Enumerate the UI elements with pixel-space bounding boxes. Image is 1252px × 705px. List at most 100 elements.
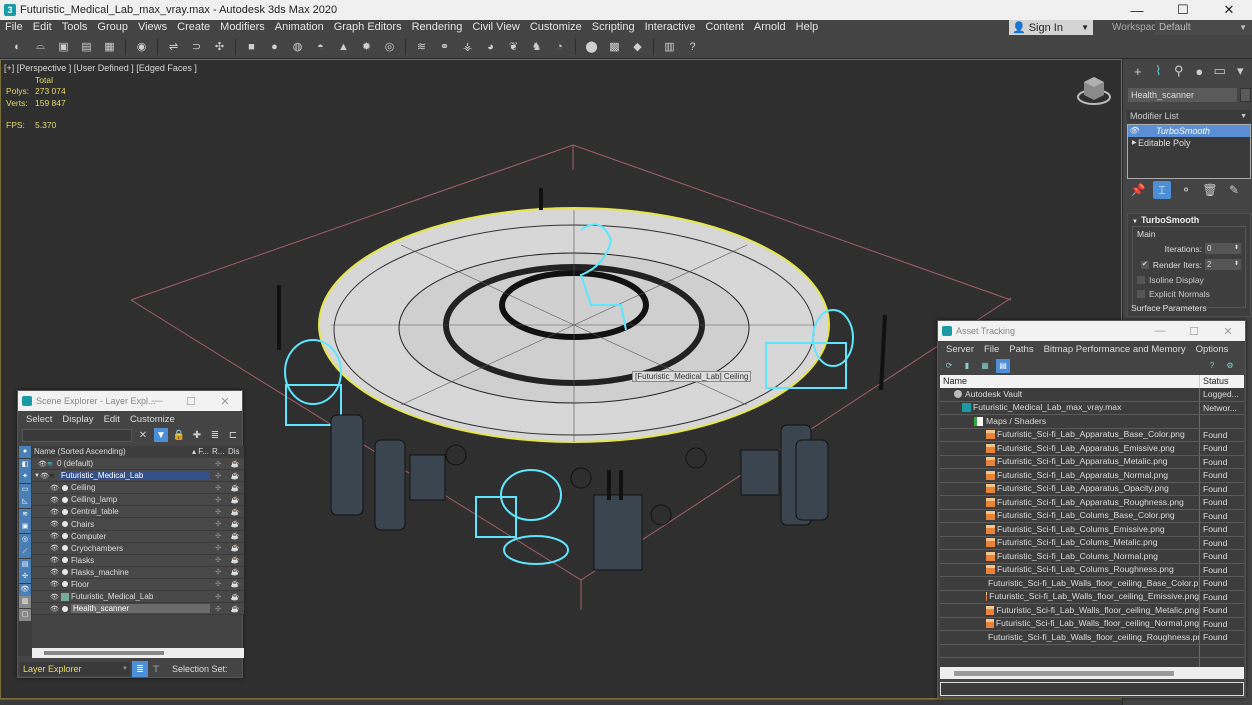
menu-animation[interactable]: Animation — [270, 20, 329, 35]
help-icon[interactable]: ? — [1205, 358, 1219, 372]
layers-icon[interactable]: ≣ — [208, 428, 222, 442]
scene-explorer-search-input[interactable] — [22, 429, 132, 442]
asset-tracking-titlebar[interactable]: Asset Tracking — ☐ ✕ — [938, 321, 1245, 341]
asset-path-field[interactable] — [940, 682, 1244, 696]
menu-display[interactable]: Display — [57, 414, 98, 425]
asset-row[interactable]: Futuristic_Sci-fi_Lab_Walls_floor_ceilin… — [940, 617, 1244, 631]
tree-row[interactable]: 👁 Cryochambers ✣ ☕ — [32, 542, 244, 555]
renderable-teapot-icon[interactable]: ☕ — [226, 532, 244, 540]
freeze-icon[interactable]: ✣ — [210, 580, 226, 588]
freeze-icon[interactable]: ✣ — [210, 496, 226, 504]
material-icon[interactable]: ◔ — [551, 38, 569, 56]
expand-triangle-icon[interactable]: ▶ — [1132, 137, 1137, 149]
lock-icon[interactable]: 🔒 — [172, 428, 186, 442]
menu-help[interactable]: Help — [791, 20, 824, 35]
display-bones-icon[interactable]: ⟋ — [19, 546, 31, 558]
display-helpers-icon[interactable]: ◺ — [19, 496, 31, 508]
hold-icon[interactable]: ▣ — [55, 38, 73, 56]
display-spacewarps-icon[interactable]: ≋ — [19, 508, 31, 521]
display-cameras-icon[interactable]: ▭ — [19, 483, 31, 496]
asset-row[interactable]: Futuristic_Medical_Lab_max_vray.max Netwo… — [940, 401, 1244, 415]
minimize-icon[interactable]: — — [1143, 321, 1177, 341]
hierarchy-icon[interactable]: ⊏ — [226, 428, 240, 442]
renderable-teapot-icon[interactable]: ☕ — [226, 568, 244, 576]
asset-row[interactable]: Futuristic_Sci-fi_Lab_Colums_Roughness.p… — [940, 563, 1244, 577]
utilities-tab-icon[interactable]: ▾ — [1232, 62, 1250, 80]
clear-search-icon[interactable]: ✕ — [136, 428, 150, 442]
box-icon[interactable]: ■ — [243, 38, 261, 56]
freeze-icon[interactable]: ✣ — [210, 484, 226, 492]
menu-civil-view[interactable]: Civil View — [467, 20, 524, 35]
freeze-icon[interactable]: ✣ — [210, 593, 226, 601]
close-icon[interactable]: ✕ — [208, 391, 242, 411]
display-none-icon[interactable]: ▢ — [19, 608, 31, 621]
asset-row[interactable]: Futuristic_Sci-fi_Lab_Apparatus_Metalic.… — [940, 455, 1244, 469]
configure-sets-icon[interactable]: ✎ — [1225, 181, 1243, 199]
renderable-teapot-icon[interactable]: ☕ — [226, 556, 244, 564]
hierarchy-toggle-icon[interactable]: ⊤ — [148, 661, 164, 677]
show-end-result-icon[interactable]: ⌶ — [1153, 181, 1171, 199]
explorer-type-dropdown[interactable]: Layer Explorer ▼ — [20, 662, 130, 676]
geosphere-icon[interactable]: ◍ — [289, 38, 307, 56]
freeze-icon[interactable]: ✣ — [210, 508, 226, 516]
visibility-eye-icon[interactable]: 👁 — [50, 593, 59, 601]
maximize-icon[interactable]: ☐ — [1160, 0, 1206, 20]
settings-icon[interactable]: ⚙ — [1223, 358, 1237, 372]
visibility-eye-icon[interactable]: 👁 — [50, 556, 59, 564]
tree-row[interactable]: ▼ 👁 ≋ Futuristic_Medical_Lab ✣ ☕ — [32, 470, 244, 483]
minimize-icon[interactable]: — — [140, 391, 174, 411]
character-icon[interactable]: ♞ — [528, 38, 546, 56]
layer-explorer-toggle-icon[interactable]: ≣ — [132, 661, 148, 677]
visibility-eye-icon[interactable]: 👁 — [50, 580, 59, 588]
visibility-eye-icon[interactable]: 👁 — [50, 605, 59, 613]
freeze-icon[interactable]: ✣ — [210, 520, 226, 528]
hierarchy-tab-icon[interactable]: ⚲ — [1170, 62, 1188, 80]
display-xrefs-icon[interactable]: ◎ — [19, 533, 31, 546]
tree-view-icon[interactable]: ▤ — [996, 358, 1010, 373]
menu-content[interactable]: Content — [700, 20, 749, 35]
object-name-field[interactable]: Health_scanner — [1128, 88, 1237, 102]
render-setup-icon[interactable]: ◉ — [133, 38, 151, 56]
add-layer-icon[interactable]: ✚ — [190, 428, 204, 442]
spinner-arrows-icon[interactable]: ⬍ — [1234, 243, 1239, 254]
renderable-teapot-icon[interactable]: ☕ — [226, 460, 244, 468]
sign-in-button[interactable]: 👤 Sign In ▼ — [1009, 20, 1093, 35]
renderable-teapot-icon[interactable]: ☕ — [226, 508, 244, 516]
tree-row[interactable]: 👁 Central_table ✣ ☕ — [32, 506, 244, 519]
asset-row[interactable]: Futuristic_Sci-fi_Lab_Apparatus_Opacity.… — [940, 482, 1244, 496]
render-iters-checkbox[interactable]: ✔ — [1140, 260, 1149, 269]
object-color-swatch[interactable] — [1240, 88, 1251, 102]
sphere-icon[interactable]: ● — [266, 38, 284, 56]
tree-row[interactable]: 👁 Ceiling ✣ ☕ — [32, 482, 244, 495]
column-status[interactable]: Status — [1200, 375, 1229, 388]
eye-icon[interactable]: 👁 — [1128, 125, 1140, 137]
menu-scripting[interactable]: Scripting — [587, 20, 640, 35]
menu-file[interactable]: File — [0, 20, 28, 35]
menu-views[interactable]: Views — [133, 20, 172, 35]
help-icon[interactable]: ? — [684, 38, 702, 56]
scene-explorer-titlebar[interactable]: Scene Explorer - Layer Expl... — ☐ ✕ — [18, 391, 242, 411]
column-display[interactable]: Dis — [228, 446, 240, 458]
leaf-icon[interactable]: ❦ — [505, 38, 523, 56]
render-frame-icon[interactable]: ▩ — [606, 38, 624, 56]
wave-icon[interactable]: ≋ — [413, 38, 431, 56]
link-icon[interactable]: ⇌ — [165, 38, 183, 56]
menu-tools[interactable]: Tools — [57, 20, 93, 35]
menu-interactive[interactable]: Interactive — [640, 20, 701, 35]
redo-icon[interactable]: ⌓ — [32, 38, 50, 56]
motion-tab-icon[interactable]: ● — [1191, 62, 1209, 80]
freeze-icon[interactable]: ✣ — [210, 544, 226, 552]
freeze-icon[interactable]: ✣ — [210, 532, 226, 540]
menu-customize[interactable]: Customize — [525, 20, 587, 35]
asset-row[interactable]: Futuristic_Sci-fi_Lab_Colums_Emissive.pn… — [940, 523, 1244, 537]
asset-row[interactable]: Futuristic_Sci-fi_Lab_Apparatus_Emissive… — [940, 442, 1244, 456]
visibility-eye-icon[interactable]: 👁 — [50, 544, 59, 552]
freeze-icon[interactable]: ✣ — [210, 605, 226, 613]
menu-graph-editors[interactable]: Graph Editors — [329, 20, 407, 35]
scene-states-icon[interactable]: ▦ — [101, 38, 119, 56]
column-name[interactable]: Name (Sorted Ascending) — [32, 446, 192, 458]
display-containers-icon[interactable]: ▤ — [19, 558, 31, 571]
asset-row[interactable]: Futuristic_Sci-fi_Lab_Colums_Metalic.png… — [940, 536, 1244, 550]
table-view-icon[interactable]: ▦ — [978, 359, 992, 373]
explicit-normals-checkbox[interactable] — [1137, 290, 1145, 298]
